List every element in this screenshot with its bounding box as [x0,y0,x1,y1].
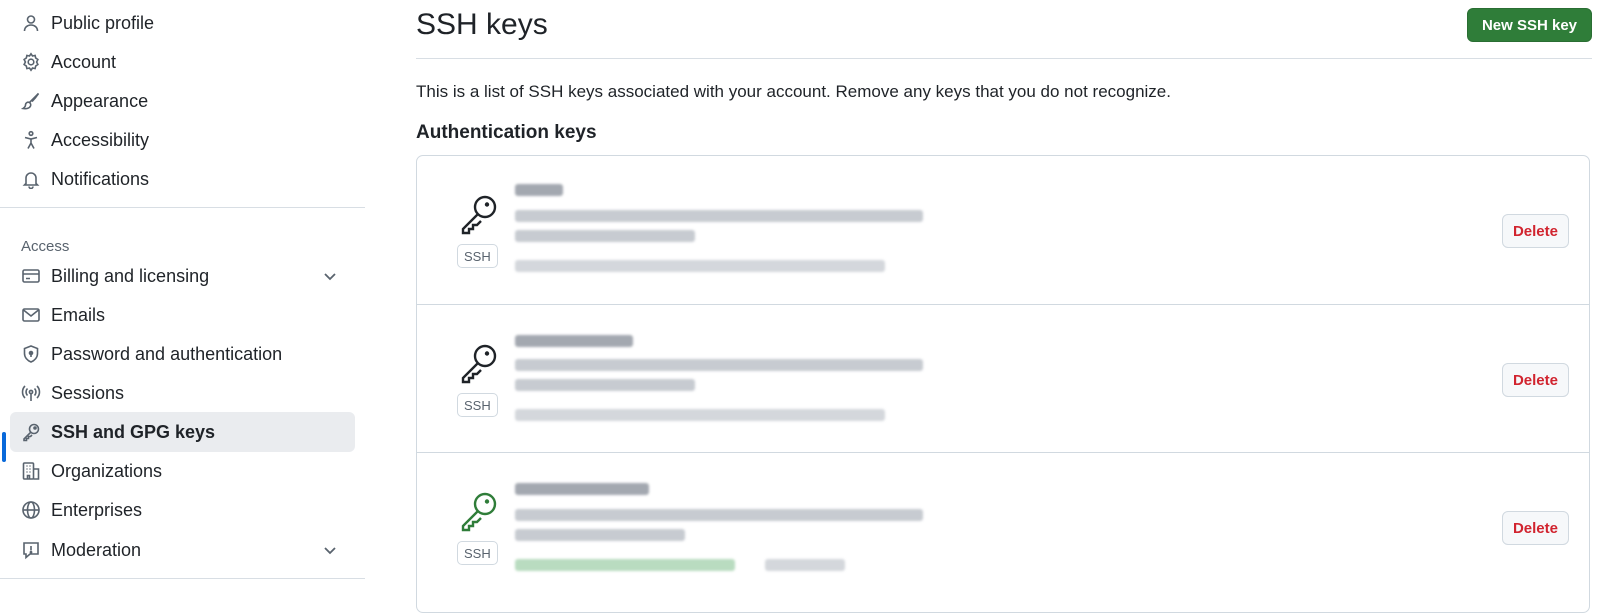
sidebar-item-label: Account [51,51,117,72]
redacted-added-date [515,260,885,272]
sidebar-divider [0,207,365,208]
sidebar-item-label: Notifications [51,168,150,189]
mail-icon [20,304,42,326]
sidebar-item-label: Emails [51,304,106,325]
page-title: SSH keys [416,8,548,41]
delete-key-button[interactable]: Delete [1501,363,1569,397]
sidebar-divider [0,578,365,579]
key-icon [20,421,42,443]
title-divider [416,58,1592,59]
sidebar-item-public-profile[interactable]: Public profile [10,3,355,43]
sidebar-item-label: Sessions [51,382,125,403]
credit-card-icon [20,265,42,287]
redacted-last-used [515,559,735,571]
key-type-badge: SSH [457,244,498,268]
sidebar-item-organizations[interactable]: Organizations [10,451,355,491]
sidebar-item-appearance[interactable]: Appearance [10,81,355,121]
ssh-key-row: SSH Delete [417,156,1589,308]
sidebar-item-label: Billing and licensing [51,265,210,286]
sidebar-item-label: Appearance [51,90,149,111]
active-indicator [2,432,6,462]
paintbrush-icon [20,90,42,112]
sidebar-item-accessibility[interactable]: Accessibility [10,120,355,160]
redacted-added-date [765,559,845,571]
sidebar-item-moderation[interactable]: Moderation [10,530,355,570]
bell-icon [20,168,42,190]
person-icon [20,12,42,34]
redacted-fingerprint [515,359,923,371]
key-type-badge: SSH [457,393,498,417]
sidebar-item-emails[interactable]: Emails [10,295,355,335]
accessibility-icon [20,129,42,151]
sidebar-section-access: Access [21,238,70,255]
ssh-keys-list: SSH Delete SSH Delete SSH Delete [416,155,1590,613]
sidebar-item-label: Organizations [51,460,163,481]
redacted-key-title [515,184,563,196]
chevron-down-icon[interactable] [321,267,339,285]
settings-sidebar: Public profile Account Appearance Access… [0,0,365,614]
sidebar-item-label: Accessibility [51,129,150,150]
sidebar-item-ssh-gpg-keys[interactable]: SSH and GPG keys [10,412,355,452]
ssh-key-row: SSH Delete [417,304,1589,457]
gear-icon [20,51,42,73]
sidebar-item-enterprises[interactable]: Enterprises [10,490,355,530]
chevron-down-icon[interactable] [321,541,339,559]
redacted-added-date [515,409,885,421]
delete-key-button[interactable]: Delete [1501,511,1569,545]
delete-key-button[interactable]: Delete [1501,214,1569,248]
page-description: This is a list of SSH keys associated wi… [416,82,1171,101]
sidebar-item-label: Public profile [51,12,155,33]
organization-icon [20,460,42,482]
redacted-fingerprint [515,509,923,521]
redacted-fingerprint [515,379,695,391]
redacted-fingerprint [515,230,695,242]
shield-lock-icon [20,343,42,365]
redacted-fingerprint [515,210,923,222]
sidebar-item-password-auth[interactable]: Password and authentication [10,334,355,374]
new-ssh-key-button[interactable]: New SSH key [1466,8,1592,42]
globe-icon [20,499,42,521]
sidebar-item-label: Enterprises [51,499,143,520]
sidebar-item-label: Password and authentication [51,343,283,364]
key-icon [461,492,497,532]
sidebar-item-notifications[interactable]: Notifications [10,159,355,199]
redacted-key-title [515,483,649,495]
key-type-badge: SSH [457,541,498,565]
section-heading: Authentication keys [416,122,597,143]
main-content: SSH keys New SSH key This is a list of S… [416,0,1592,614]
sidebar-item-billing[interactable]: Billing and licensing [10,256,355,296]
ssh-key-row: SSH Delete [417,452,1589,605]
sidebar-item-account[interactable]: Account [10,42,355,82]
key-icon [461,344,497,384]
redacted-key-title [515,335,633,347]
broadcast-icon [20,382,42,404]
sidebar-item-sessions[interactable]: Sessions [10,373,355,413]
redacted-fingerprint [515,529,685,541]
sidebar-item-label: Moderation [51,539,142,560]
sidebar-item-label: SSH and GPG keys [51,421,216,442]
report-icon [20,539,42,561]
key-icon [461,195,497,235]
